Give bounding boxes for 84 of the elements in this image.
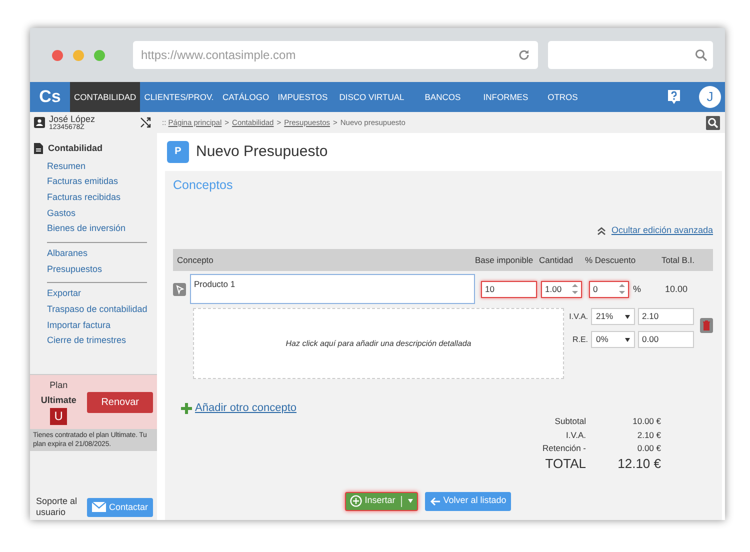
tax-label: I.V.A. <box>568 310 588 323</box>
description-area[interactable]: Haz click aquí para añadir una descripción detallada <box>193 308 564 380</box>
total-label: TOTAL <box>544 456 586 472</box>
quantity-field[interactable]: 1.00 <box>541 280 582 298</box>
plus-icon[interactable] <box>181 403 192 414</box>
tax-amount-field[interactable]: 2.10 <box>638 308 694 326</box>
search-field[interactable] <box>548 41 713 69</box>
section-heading: Contabilidad <box>48 142 102 155</box>
percent-sign: % <box>633 282 642 296</box>
shuffle-icon[interactable] <box>140 117 151 128</box>
column-header: Concepto <box>176 254 214 267</box>
nav-tab[interactable]: CONTABILIDAD <box>70 82 140 112</box>
sidebar-link[interactable]: Importar factura <box>30 318 157 334</box>
column-header: Cantidad <box>539 254 574 267</box>
sidebar-link[interactable]: Traspaso de contabilidad <box>30 303 157 319</box>
renew-button[interactable]: Renovar <box>87 392 153 413</box>
nav-tab[interactable]: CLIENTES/PROV. <box>140 82 218 112</box>
caret-icon <box>408 499 414 504</box>
spinner-arrows-icon[interactable] <box>572 283 578 296</box>
rate-select[interactable]: 21% <box>591 308 635 326</box>
total-label: Subtotal <box>554 414 586 428</box>
search-icon[interactable] <box>695 49 707 61</box>
column-header: Total B.I. <box>660 254 696 267</box>
add-concept-link[interactable]: Añadir otro concepto <box>195 400 297 417</box>
total-value: 2.10 € <box>636 428 661 442</box>
nav-tab[interactable]: IMPUESTOS <box>274 82 332 112</box>
total-value: 10.00 € <box>632 414 661 428</box>
total-label: Retención - <box>542 442 586 455</box>
sidebar-link[interactable]: Gastos <box>30 206 157 222</box>
support-label: Soporte al usuario <box>36 496 78 519</box>
tax-amount-field[interactable]: 0.00 <box>638 331 694 348</box>
total-value: 0.00 € <box>636 442 661 455</box>
window-button[interactable] <box>52 50 63 60</box>
line-total: 10.00 <box>665 282 688 296</box>
user-name: José López <box>49 114 96 124</box>
sidebar-link[interactable]: Presupuestos <box>30 262 157 278</box>
contact-card-icon <box>34 117 45 128</box>
user-avatar[interactable]: J <box>699 86 721 108</box>
nav-tab[interactable]: OTROS <box>538 82 588 112</box>
reload-icon[interactable] <box>518 49 530 61</box>
sidebar-link[interactable]: Bienes de inversión <box>30 222 157 238</box>
envelope-icon <box>92 502 106 512</box>
caret-icon <box>625 338 630 342</box>
sidebar-link[interactable]: Exportar <box>30 287 157 303</box>
contact-button[interactable]: Contactar <box>86 498 153 517</box>
caret-icon <box>625 314 630 319</box>
arrow-left-icon <box>430 496 440 506</box>
document-icon <box>34 143 43 154</box>
total-label: I.V.A. <box>564 428 586 442</box>
nav-tab[interactable]: INFORMES <box>474 82 538 112</box>
spinner-arrows-icon[interactable] <box>619 283 625 296</box>
column-header: % Descuento <box>585 254 637 267</box>
trash-icon[interactable] <box>700 318 713 334</box>
advanced-toggle-link[interactable]: Ocultar edición avanzada <box>611 224 713 238</box>
plus-circle-icon <box>350 495 362 508</box>
sidebar-link[interactable]: Facturas recibidas <box>30 190 157 207</box>
cursor-icon[interactable] <box>173 282 186 296</box>
plan-name: Ultimate <box>40 394 76 407</box>
insert-button[interactable]: Insertar <box>344 492 418 511</box>
document-badge: P <box>167 141 189 163</box>
sidebar-link[interactable]: Albaranes <box>30 246 157 263</box>
discount-field[interactable]: 0 <box>589 280 629 298</box>
back-button[interactable]: Volver al listado <box>425 492 512 511</box>
chevrons-up-icon <box>597 226 606 234</box>
nav-tab[interactable]: CATÁLOGO <box>218 82 274 112</box>
sidebar-link[interactable]: Resumen <box>30 160 157 176</box>
concept-field[interactable]: Producto 1 <box>190 274 475 304</box>
search-icon[interactable] <box>706 116 720 130</box>
sidebar-link[interactable]: Facturas emitidas <box>30 175 157 191</box>
tax-label: R.E. <box>571 334 588 346</box>
page-title: Nuevo Presupuesto <box>196 142 328 162</box>
address-bar[interactable]: https://www.contasimple.com <box>133 41 538 69</box>
sidebar-link[interactable]: Cierre de trimestres <box>30 334 157 350</box>
base-field[interactable]: 10 <box>481 280 537 298</box>
plan-badge: U <box>50 408 68 426</box>
plan-label: Plan <box>50 379 68 392</box>
nav-tab[interactable]: DISCO VIRTUAL <box>332 82 412 112</box>
column-header: Base imponible <box>475 254 534 267</box>
nav-tab[interactable]: BANCOS <box>412 82 474 112</box>
total-value: 12.10 € <box>616 456 661 472</box>
rate-select[interactable]: 0% <box>591 331 635 348</box>
section-title: Conceptos <box>173 177 234 194</box>
logo[interactable]: Cs <box>30 84 70 110</box>
help-icon[interactable] <box>667 89 681 105</box>
